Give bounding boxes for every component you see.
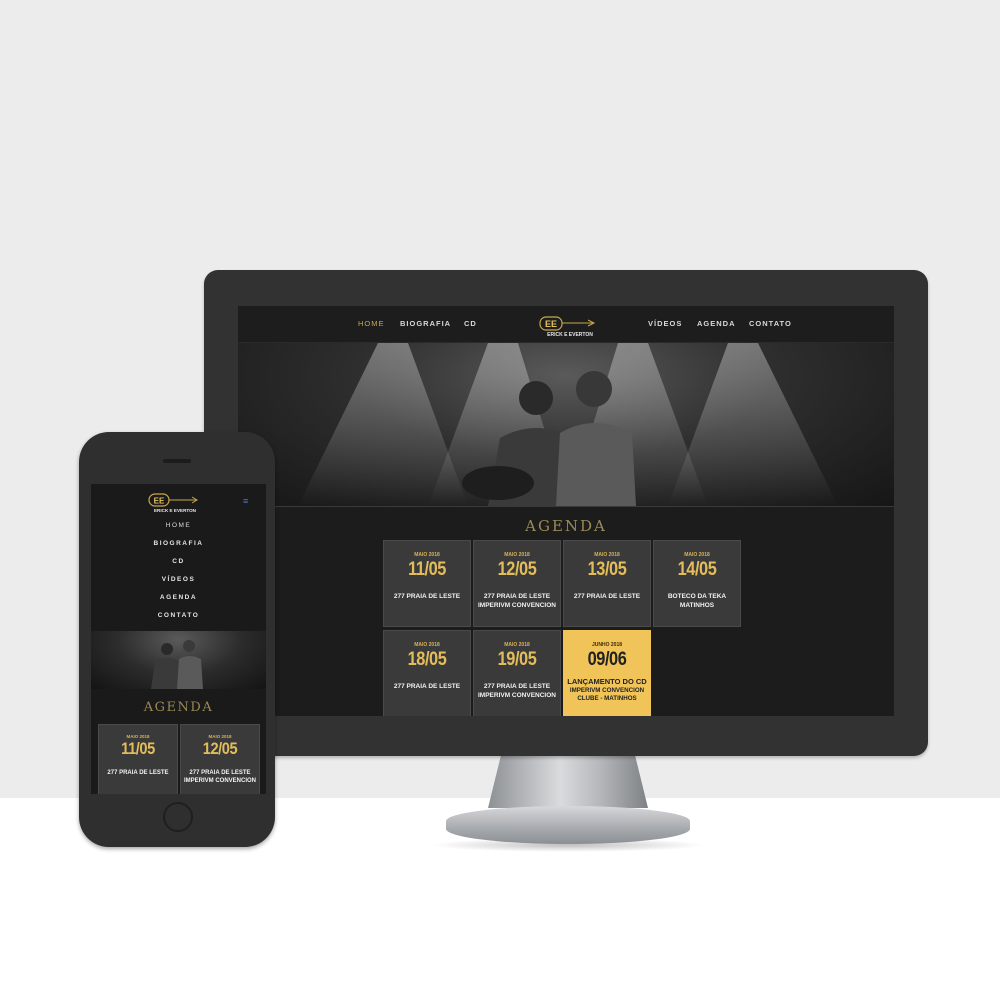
event-date: 12/05 <box>497 559 537 580</box>
event-venue: 277 PRAIA DE LESTE IMPERIVM CONVENCION <box>183 770 256 785</box>
artist-right-head <box>183 640 195 652</box>
mobile-menu-home[interactable]: HOME <box>91 522 266 529</box>
desktop-monitor: HOME BIOGRAFIA CD EE ERICK E EVERTON VÍD… <box>204 270 928 756</box>
brand-logo-name: ERICK E EVERTON <box>547 332 593 338</box>
mobile-event-card[interactable]: MAIO 2018 12/05 277 PRAIA DE LESTE IMPERIV… <box>180 724 260 794</box>
stage-light-beam <box>668 343 838 506</box>
desktop-event-card[interactable]: MAIO 2018 14/05 BOTECO DA TEKA MATINHOS <box>653 540 741 627</box>
hamburger-icon[interactable]: ≡ <box>243 496 248 506</box>
event-venue-detail: IMPERIVM CONVENCION CLUBE - MATINHOS <box>569 687 645 703</box>
home-button[interactable] <box>163 802 193 832</box>
event-month: MAIO 2018 <box>414 552 440 558</box>
event-venue: 277 PRAIA DE LESTE <box>393 683 461 690</box>
mobile-menu-cd[interactable]: CD <box>91 558 266 565</box>
nav-link-agenda[interactable]: AGENDA <box>697 319 736 328</box>
guitar-icon <box>462 466 534 500</box>
event-month: MAIO 2018 <box>504 642 530 648</box>
nav-link-biografia[interactable]: BIOGRAFIA <box>400 319 451 328</box>
event-date: 11/05 <box>121 739 155 758</box>
desktop-event-card[interactable]: MAIO 2018 11/05 277 PRAIA DE LESTE <box>383 540 471 627</box>
nav-link-home[interactable]: HOME <box>358 319 385 328</box>
desktop-event-card[interactable]: MAIO 2018 19/05 277 PRAIA DE LESTE IMPERIV… <box>473 630 561 716</box>
desktop-nav-bar: HOME BIOGRAFIA CD EE ERICK E EVERTON VÍD… <box>238 306 894 343</box>
event-date: 19/05 <box>497 649 537 670</box>
hero-divider <box>238 506 894 507</box>
mobile-menu-biografia[interactable]: BIOGRAFIA <box>91 540 266 547</box>
event-venue: 277 PRAIA DE LESTE <box>393 593 461 600</box>
mobile-menu-contato[interactable]: CONTATO <box>91 612 266 619</box>
nav-link-videos[interactable]: VÍDEOS <box>648 319 682 328</box>
mobile-agenda-title: AGENDA <box>143 700 214 715</box>
mobile-event-card[interactable]: MAIO 2018 11/05 277 PRAIA DE LESTE <box>98 724 178 794</box>
desktop-event-card[interactable]: MAIO 2018 12/05 277 PRAIA DE LESTE IMPERIV… <box>473 540 561 627</box>
mobile-screen: EE ERICK E EVERTON ≡ HOME BIOGRAFIA CD V… <box>91 484 266 794</box>
artist-left-head <box>161 643 173 655</box>
event-venue: 277 PRAIA DE LESTE IMPERIVM CONVENCION <box>477 683 556 699</box>
event-venue: 277 PRAIA DE LESTE <box>107 770 169 776</box>
artist-right-body <box>556 423 636 506</box>
event-date: 09/06 <box>587 649 627 670</box>
event-month: MAIO 2018 <box>414 642 440 648</box>
agenda-title: AGENDA <box>525 517 607 535</box>
event-month: MAIO 2018 <box>504 552 530 558</box>
mobile-hero-illustration <box>151 640 203 689</box>
event-month: MAIO 2018 <box>684 552 710 558</box>
desktop-event-card[interactable]: MAIO 2018 13/05 277 PRAIA DE LESTE <box>563 540 651 627</box>
monitor-stand-neck <box>488 756 648 808</box>
nav-link-contato[interactable]: CONTATO <box>749 319 792 328</box>
desktop-event-card[interactable]: JUNHO 2018 09/06 LANÇAMENTO DO CD IMPERIVM … <box>563 630 651 716</box>
event-venue: 277 PRAIA DE LESTE IMPERIVM CONVENCION <box>477 593 556 609</box>
phone-speaker <box>163 459 191 463</box>
desktop-event-card[interactable]: MAIO 2018 18/05 277 PRAIA DE LESTE <box>383 630 471 716</box>
event-date: 14/05 <box>677 559 717 580</box>
artist-left-head <box>519 381 553 415</box>
artist-right-head <box>576 371 612 407</box>
brand-logo-mark: EE <box>545 319 557 329</box>
mobile-logo-name: ERICK E EVERTON <box>154 508 197 513</box>
event-date: 18/05 <box>407 649 447 670</box>
mobile-menu-agenda[interactable]: AGENDA <box>91 594 266 601</box>
event-month: MAIO 2018 <box>594 552 620 558</box>
mobile-logo-mark: EE <box>154 497 165 506</box>
hero-stage-illustration <box>298 343 838 506</box>
mobile-phone: EE ERICK E EVERTON ≡ HOME BIOGRAFIA CD V… <box>79 432 275 847</box>
artist-right-body <box>177 656 203 689</box>
event-month: JUNHO 2018 <box>591 642 622 648</box>
mobile-menu-videos[interactable]: VÍDEOS <box>91 576 266 583</box>
event-date: 12/05 <box>202 739 238 758</box>
brand-logo[interactable]: EE ERICK E EVERTON <box>538 312 602 338</box>
monitor-stand-base <box>446 806 690 844</box>
hero-photo <box>238 343 894 506</box>
desktop-screen: HOME BIOGRAFIA CD EE ERICK E EVERTON VÍD… <box>238 306 894 716</box>
event-date: 11/05 <box>408 559 446 580</box>
nav-link-cd[interactable]: CD <box>464 319 477 328</box>
event-venue: LANÇAMENTO DO CD <box>567 677 647 686</box>
event-venue: 277 PRAIA DE LESTE <box>573 593 641 600</box>
event-venue: BOTECO DA TEKA MATINHOS <box>667 593 727 609</box>
mobile-brand-logo[interactable]: EE ERICK E EVERTON <box>147 490 203 514</box>
event-date: 13/05 <box>587 559 627 580</box>
mobile-hero-photo <box>91 631 266 689</box>
